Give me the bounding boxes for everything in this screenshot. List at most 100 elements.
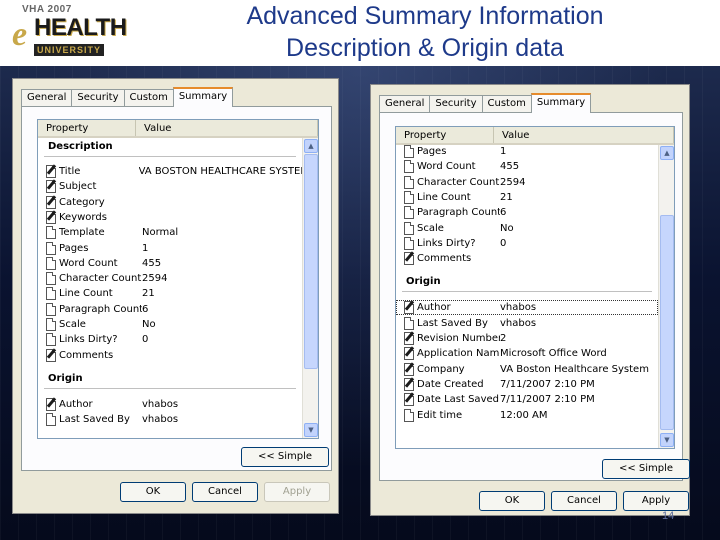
properties-list[interactable]: Property Value Description Title VA BOSTON…	[37, 119, 319, 439]
list-item[interactable]: Company VA Boston Healthcare System	[396, 361, 658, 377]
list-item[interactable]: Links Dirty? 0	[38, 332, 302, 347]
property-name: Author	[59, 398, 93, 410]
list-item[interactable]: Last Saved By vhabos	[396, 316, 658, 331]
list-item[interactable]: Links Dirty? 0	[396, 236, 658, 251]
list-item[interactable]: Line Count 21	[396, 190, 658, 205]
list-item[interactable]: Author vhabos	[396, 300, 658, 316]
group-divider	[402, 291, 652, 293]
list-item[interactable]: Category	[38, 194, 302, 210]
property-name: Company	[417, 363, 465, 375]
apply-button[interactable]: Apply	[623, 491, 689, 511]
property-value: 455	[500, 161, 520, 173]
list-item[interactable]: Date Created 7/11/2007 2:10 PM	[396, 377, 658, 392]
logo-main-text: HEALTH	[34, 14, 127, 41]
apply-button[interactable]: Apply	[264, 482, 330, 502]
list-item[interactable]: Date Last Saved 7/11/2007 2:10 PM	[396, 392, 658, 407]
scroll-down-button[interactable]: ▼	[304, 423, 318, 437]
scroll-up-button[interactable]: ▲	[304, 139, 318, 153]
list-item[interactable]: Edit time 12:00 AM	[396, 408, 658, 423]
tab-custom[interactable]: Custom	[481, 95, 532, 112]
properties-list[interactable]: Property Value Pages 1 Word Count 455 Charac…	[395, 126, 675, 449]
vertical-scrollbar[interactable]: ▲ ▼	[302, 138, 318, 438]
edit-page-icon	[44, 164, 58, 178]
list-item[interactable]: Pages 1	[396, 144, 658, 159]
property-name: Template	[59, 227, 105, 239]
list-item[interactable]: Template Normal	[38, 225, 302, 240]
cancel-button[interactable]: Cancel	[192, 482, 258, 502]
list-item[interactable]: Keywords	[38, 210, 302, 225]
property-value: Normal	[142, 227, 179, 239]
property-name: Subject	[59, 181, 97, 193]
scroll-thumb[interactable]	[660, 215, 674, 430]
property-value: 2594	[142, 273, 168, 285]
list-item[interactable]: Line Count 21	[38, 286, 302, 301]
edit-page-icon	[402, 392, 416, 407]
ok-button[interactable]: OK	[479, 491, 545, 511]
slide-title-line2: Description & Origin data	[286, 34, 564, 62]
list-item[interactable]: Pages 1	[38, 241, 302, 256]
tab-security[interactable]: Security	[71, 89, 125, 106]
group-header-origin: Origin	[406, 276, 441, 288]
tab-security[interactable]: Security	[429, 95, 483, 112]
scroll-down-button[interactable]: ▼	[660, 433, 674, 447]
edit-page-icon	[402, 300, 416, 315]
list-item[interactable]: Paragraph Count 6	[396, 205, 658, 220]
list-item[interactable]: Character Count 2594	[38, 271, 302, 286]
list-item[interactable]: Author vhabos	[38, 397, 302, 412]
page-icon	[44, 318, 58, 331]
edit-page-icon	[402, 377, 416, 391]
tab-summary[interactable]: Summary	[530, 93, 592, 113]
column-value[interactable]: Value	[136, 120, 318, 136]
column-property[interactable]: Property	[396, 127, 494, 143]
list-item[interactable]: Word Count 455	[38, 256, 302, 271]
property-value: 6	[142, 303, 149, 315]
page-icon	[44, 302, 58, 316]
property-value: 6	[500, 207, 507, 219]
list-item[interactable]: Title VA BOSTON HEALTHCARE SYSTEM	[38, 164, 302, 179]
page-icon	[44, 333, 58, 347]
list-item[interactable]: Paragraph Count 6	[38, 302, 302, 317]
tab-general[interactable]: General	[21, 89, 73, 106]
vertical-scrollbar[interactable]: ▲ ▼	[658, 145, 674, 448]
ok-button[interactable]: OK	[120, 482, 186, 502]
property-value: 1	[500, 146, 507, 157]
simple-button[interactable]: << Simple	[241, 447, 329, 467]
scroll-up-button[interactable]: ▲	[660, 146, 674, 160]
list-item[interactable]: Comments	[38, 347, 302, 363]
property-value: 12:00 AM	[500, 409, 548, 421]
cancel-button[interactable]: Cancel	[551, 491, 617, 511]
property-name: Last Saved By	[59, 414, 130, 426]
property-name: Last Saved By	[417, 317, 488, 329]
group-divider	[44, 387, 296, 389]
list-item[interactable]: Subject	[38, 179, 302, 194]
list-item[interactable]: Last Saved By vhabos	[38, 412, 302, 427]
list-item[interactable]: Revision Number 2	[396, 331, 658, 346]
list-item[interactable]: Word Count 455	[396, 159, 658, 174]
list-item[interactable]: Application Name Microsoft Office Word	[396, 346, 658, 361]
property-name: Keywords	[59, 211, 107, 223]
tab-custom[interactable]: Custom	[123, 89, 174, 106]
summary-panel: Property Value Description Title VA BOSTON…	[21, 106, 332, 471]
tab-general[interactable]: General	[379, 95, 431, 112]
property-value: 0	[500, 237, 507, 249]
property-name: Revision Number	[417, 333, 500, 344]
list-item[interactable]: Character Count 2594	[396, 175, 658, 190]
list-item[interactable]: Scale No	[38, 317, 302, 332]
page-icon	[402, 175, 416, 189]
summary-panel: Property Value Pages 1 Word Count 455 Charac…	[379, 112, 690, 481]
properties-dialog-description: General Security Custom Summary Property…	[12, 78, 339, 514]
scroll-thumb[interactable]	[304, 154, 318, 369]
list-item[interactable]: Comments	[396, 251, 658, 266]
column-property[interactable]: Property	[38, 120, 136, 136]
property-value: 0	[142, 334, 149, 346]
property-value: vhabos	[500, 317, 537, 329]
simple-button[interactable]: << Simple	[602, 459, 690, 479]
page-icon	[402, 236, 416, 250]
property-value: VA BOSTON HEALTHCARE SYSTEM	[138, 166, 302, 177]
list-header: Property Value	[38, 120, 318, 138]
list-item[interactable]: Scale No	[396, 221, 658, 236]
column-value[interactable]: Value	[494, 127, 674, 143]
page-icon	[44, 226, 58, 240]
property-value: Microsoft Office Word	[500, 348, 607, 360]
tab-summary[interactable]: Summary	[172, 87, 234, 107]
